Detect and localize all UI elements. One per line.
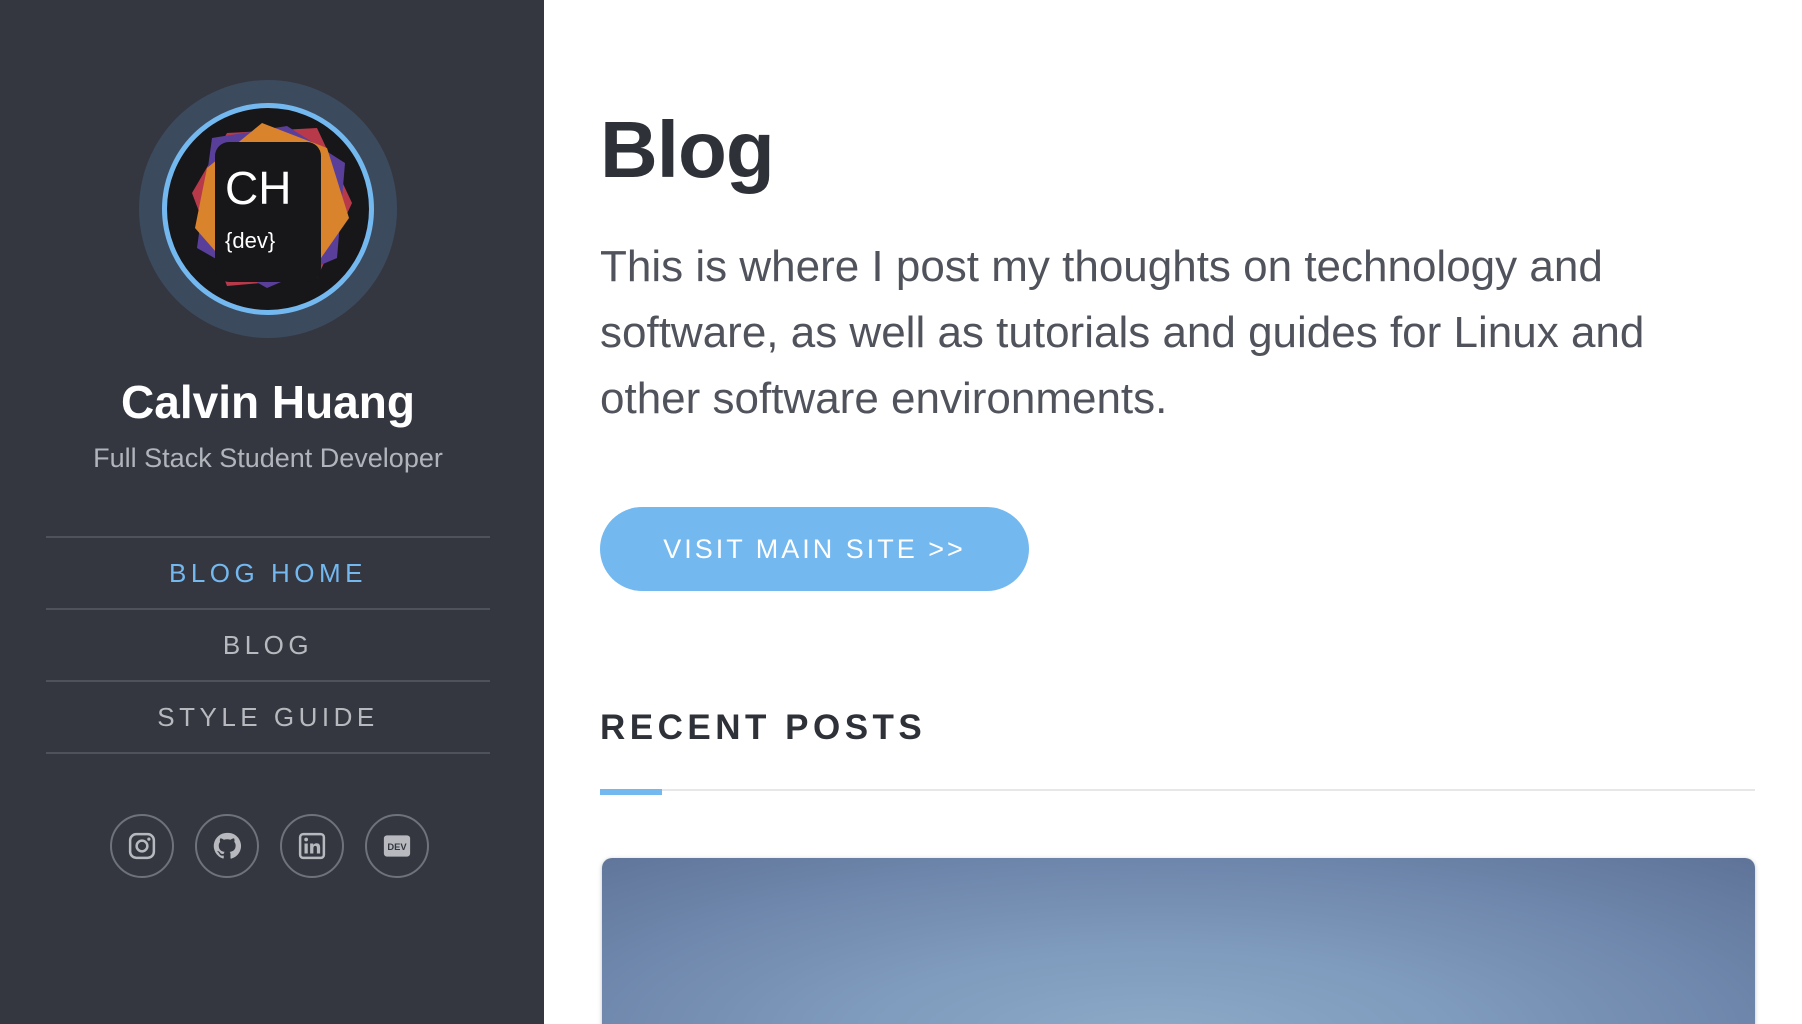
svg-text:CH: CH [225, 162, 291, 214]
avatar[interactable]: CH {dev} [162, 103, 374, 315]
profile-tagline: Full Stack Student Developer [93, 443, 443, 473]
ch-dev-logo: CH {dev} [192, 123, 352, 288]
nav-item-blog[interactable]: BLOG [46, 610, 490, 682]
visit-main-site-button[interactable]: VISIT MAIN SITE >> [600, 507, 1029, 591]
section-divider [600, 789, 1755, 791]
profile-name: Calvin Huang [121, 376, 415, 428]
github-link[interactable] [195, 814, 259, 878]
social-links: DEV [110, 814, 429, 878]
sidebar-nav: BLOG HOME BLOG STYLE GUIDE [46, 536, 490, 754]
dev-icon: DEV [383, 835, 411, 857]
svg-text:DEV: DEV [387, 842, 407, 852]
page-title: Blog [600, 105, 775, 194]
instagram-icon [128, 832, 156, 860]
page-intro: This is where I post my thoughts on tech… [600, 242, 1645, 423]
github-icon [213, 832, 242, 859]
section-accent-bar [600, 789, 662, 795]
post-card-image[interactable] [602, 858, 1755, 1024]
nav-item-style-guide[interactable]: STYLE GUIDE [46, 682, 490, 754]
recent-posts-heading: RECENT POSTS [600, 708, 927, 747]
avatar-ring: CH {dev} [139, 80, 397, 338]
linkedin-icon [298, 832, 326, 860]
svg-text:{dev}: {dev} [225, 228, 275, 253]
nav-item-blog-home[interactable]: BLOG HOME [46, 538, 490, 610]
linkedin-link[interactable] [280, 814, 344, 878]
instagram-link[interactable] [110, 814, 174, 878]
sidebar: CH {dev} Calvin Huang Full Stack Student… [0, 0, 544, 1024]
dev-link[interactable]: DEV [365, 814, 429, 878]
